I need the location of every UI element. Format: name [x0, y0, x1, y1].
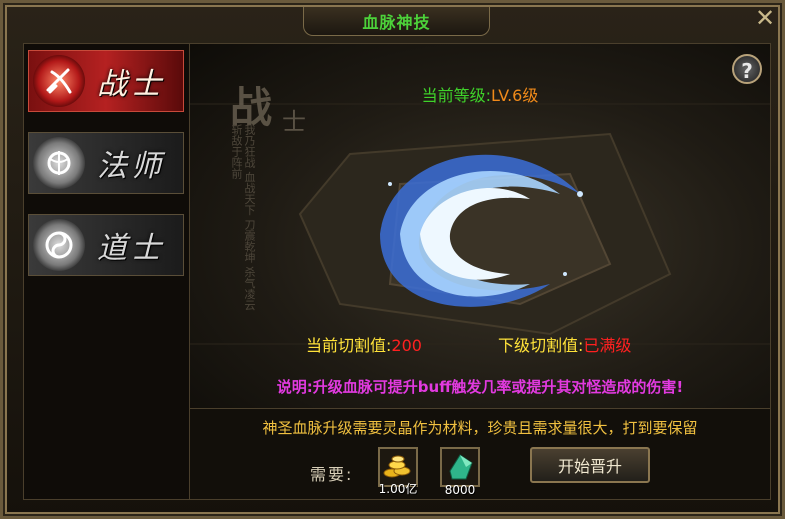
- requirement-text: 神圣血脉升级需要灵晶作为材料，珍贵且需求量很大，打到要保留: [262, 419, 698, 437]
- class-tab-label: 战士: [97, 67, 165, 102]
- class-tab-warrior[interactable]: 战士: [28, 50, 184, 112]
- window-title: 血脉神技: [362, 13, 431, 32]
- warrior-emblem-icon: [33, 55, 85, 107]
- close-icon[interactable]: ✕: [752, 5, 778, 31]
- current-cut-label: 当前切割值:: [306, 336, 392, 355]
- description-note: 说明:升级血脉可提升buff触发几率或提升其对怪造成的伤害!: [276, 378, 684, 396]
- class-tab-mage[interactable]: 法师: [28, 132, 184, 194]
- next-cut-label: 下级切割值:: [498, 336, 584, 355]
- cost-qty: 1.00亿: [378, 482, 418, 496]
- current-cut-value: 当前切割值:200: [306, 332, 422, 356]
- class-tab-label: 法师: [97, 149, 165, 184]
- class-tab-taoist[interactable]: 道士: [28, 214, 184, 276]
- cost-qty: 8000: [444, 483, 476, 497]
- blood-blade-effect-icon: [380, 154, 583, 307]
- level-label: 当前等级:: [421, 86, 492, 105]
- current-cut-number: 200: [391, 336, 422, 355]
- cost-slot-gold[interactable]: 1.00亿: [378, 447, 418, 496]
- help-icon[interactable]: ?: [732, 54, 762, 84]
- calligraphy-poem: 我乃狂战 血战天下 刀震乾坤 杀气凌云 斩敌于阵前: [230, 124, 256, 311]
- cost-slot-crystal[interactable]: 8000: [440, 447, 480, 497]
- spirit-crystal-icon: [449, 454, 473, 480]
- need-label: 需要:: [310, 465, 354, 484]
- class-tab-label: 道士: [97, 231, 165, 266]
- mage-emblem-icon: [33, 137, 85, 189]
- taoist-emblem-icon: [33, 219, 85, 271]
- window-frame: 血脉神技 ✕ 战士 法师 道士 战 士 我乃狂战 血战天下 刀震乾坤 杀气凌云 …: [0, 0, 785, 519]
- calligraphy-small: 士: [282, 108, 306, 136]
- class-sidebar: 战士 法师 道士: [23, 43, 190, 500]
- upgrade-panel: 神圣血脉升级需要灵晶作为材料，珍贵且需求量很大，打到要保留 需要: 1.00亿 …: [189, 408, 771, 500]
- start-upgrade-button[interactable]: 开始晋升: [530, 447, 650, 483]
- next-cut-value: 下级切割值:已满级: [498, 332, 631, 356]
- title-bar: 血脉神技: [303, 7, 490, 36]
- level-value: LV.6级: [491, 86, 539, 105]
- next-cut-status: 已满级: [583, 336, 632, 355]
- current-level: 当前等级:LV.6级: [190, 82, 770, 106]
- skill-panel: 战 士 我乃狂战 血战天下 刀震乾坤 杀气凌云 斩敌于阵前 ? 当前等级:LV.…: [189, 43, 771, 410]
